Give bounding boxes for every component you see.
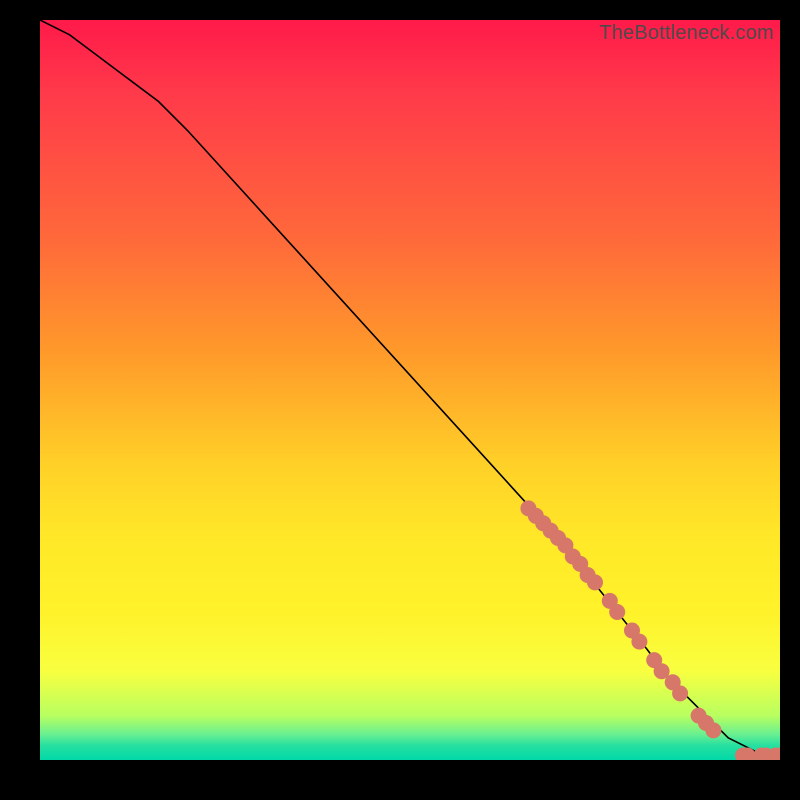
chart-frame: { "watermark": "TheBottleneck.com", "col… bbox=[0, 0, 800, 800]
data-marker bbox=[587, 574, 603, 590]
markers-layer bbox=[520, 500, 780, 760]
curve-layer bbox=[40, 20, 780, 756]
data-marker bbox=[705, 722, 721, 738]
data-marker bbox=[672, 685, 688, 701]
curve-line bbox=[40, 20, 780, 756]
data-marker bbox=[609, 604, 625, 620]
plot-area: TheBottleneck.com bbox=[40, 20, 780, 760]
data-marker bbox=[631, 634, 647, 650]
chart-svg bbox=[40, 20, 780, 760]
